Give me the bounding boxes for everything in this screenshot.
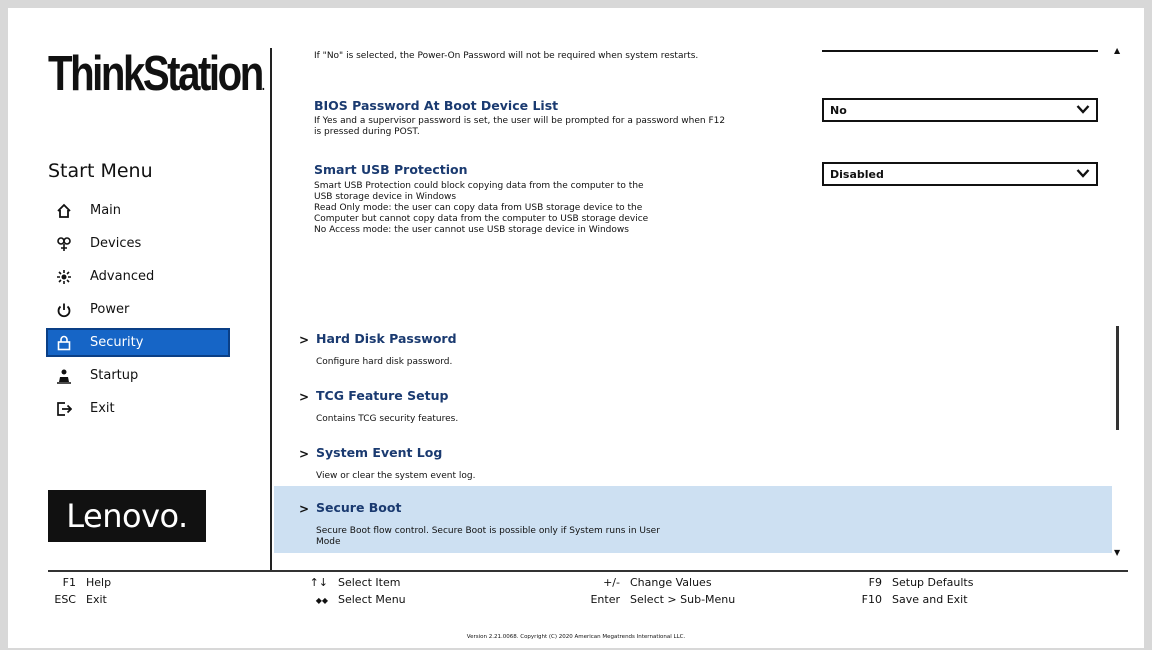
chevron-down-icon	[1076, 166, 1090, 182]
smart-usb-title[interactable]: Smart USB Protection	[314, 162, 468, 177]
hotkey-save-exit: F10 Save and Exit	[860, 593, 973, 606]
footer-col-2: ↑↓ Select Item ◆◆ Select Menu	[306, 576, 406, 606]
hotkey-label: Help	[86, 576, 112, 589]
smart-usb-select[interactable]: Disabled	[822, 162, 1098, 186]
hotkey-label: Setup Defaults	[892, 576, 974, 589]
hotkey-label: Change Values	[630, 576, 712, 589]
footer-col-3: +/- Change Values Enter Select > Sub-Menu	[580, 576, 735, 606]
desc-line: Mode	[316, 537, 341, 547]
submenu-hard-disk-password[interactable]: > Hard Disk Password Configure hard disk…	[274, 324, 1112, 374]
submenu-tcg-feature-setup[interactable]: > TCG Feature Setup Contains TCG securit…	[274, 381, 1112, 431]
select-value: Disabled	[830, 167, 884, 181]
submenu-arrow-icon: >	[299, 502, 310, 516]
select-value: No	[830, 103, 847, 117]
start-menu-title: Start Menu	[48, 160, 153, 182]
submenu-title: System Event Log	[316, 445, 443, 460]
scrollbar-thumb[interactable]	[1116, 326, 1119, 430]
footer-divider	[48, 570, 1128, 572]
sidebar-nav: Main Devices Advanced Power Security Sta…	[46, 196, 230, 427]
hotkey-setup-defaults: F9 Setup Defaults	[860, 576, 974, 589]
sidebar-item-label: Main	[90, 203, 122, 218]
hotkey-exit: ESC Exit	[52, 593, 111, 606]
desc-line: No Access mode: the user cannot use USB …	[314, 225, 629, 235]
sidebar-item-label: Advanced	[90, 269, 155, 284]
desc-line: Smart USB Protection could block copying…	[314, 181, 644, 191]
hotkey-key: +/-	[603, 576, 620, 589]
hotkey-enter: Enter Select > Sub-Menu	[580, 593, 735, 606]
sidebar-divider	[270, 48, 272, 570]
cut-off-select-border	[822, 50, 1098, 52]
hotkey-label: Select Item	[338, 576, 401, 589]
submenu-title: TCG Feature Setup	[316, 388, 449, 403]
submenu-desc: View or clear the system event log.	[316, 471, 476, 481]
submenu-desc: Secure Boot flow control. Secure Boot is…	[316, 526, 786, 548]
sidebar-item-label: Startup	[90, 368, 139, 383]
hotkey-key: F10	[861, 593, 882, 606]
hotkey-key: F9	[868, 576, 882, 589]
chevron-down-icon	[1076, 102, 1090, 118]
hotkey-label: Save and Exit	[892, 593, 968, 606]
submenu-desc: Contains TCG security features.	[316, 414, 459, 424]
hotkey-label: Exit	[86, 593, 107, 606]
submenu-arrow-icon: >	[299, 390, 310, 404]
desc-line: USB storage device in Windows	[314, 192, 457, 202]
exit-icon	[54, 401, 74, 417]
sidebar-item-devices[interactable]: Devices	[46, 229, 230, 258]
hotkey-change-values: +/- Change Values	[580, 576, 735, 589]
hotkey-select-menu: ◆◆ Select Menu	[306, 593, 406, 606]
submenu-desc: Configure hard disk password.	[316, 357, 453, 367]
settings-panel: If "No" is selected, the Power-On Passwo…	[274, 48, 1112, 553]
smart-usb-desc: Smart USB Protection could block copying…	[314, 181, 784, 236]
footer-col-1: F1 Help ESC Exit	[52, 576, 111, 606]
home-icon	[54, 203, 74, 219]
desc-line: Read Only mode: the user can copy data f…	[314, 203, 643, 213]
submenu-secure-boot[interactable]: > Secure Boot Secure Boot flow control. …	[274, 486, 1112, 553]
submenu-arrow-icon: >	[299, 447, 310, 461]
copyright-text: Version 2.21.0068. Copyright (C) 2020 Am…	[466, 634, 686, 640]
submenu-system-event-log[interactable]: > System Event Log View or clear the sys…	[274, 438, 1112, 488]
hotkey-label: Select Menu	[338, 593, 406, 606]
hotkey-key: F1	[62, 576, 76, 589]
sidebar-item-label: Security	[90, 335, 144, 350]
submenu-arrow-icon: >	[299, 333, 310, 347]
sidebar-item-label: Power	[90, 302, 130, 317]
sidebar-item-label: Exit	[90, 401, 115, 416]
sidebar-item-label: Devices	[90, 236, 142, 251]
hotkey-key: Enter	[590, 593, 620, 606]
scroll-up-icon[interactable]: ▲	[1114, 46, 1120, 55]
sidebar-item-power[interactable]: Power	[46, 295, 230, 324]
hotkey-label: Select > Sub-Menu	[630, 593, 736, 606]
boot-device-list-title[interactable]: BIOS Password At Boot Device List	[314, 98, 558, 113]
desc-line: Computer but cannot copy data from the c…	[314, 214, 649, 224]
boot-device-list-select[interactable]: No	[822, 98, 1098, 122]
footer-col-4: F9 Setup Defaults F10 Save and Exit	[860, 576, 974, 606]
lenovo-logo: Lenovo.	[48, 490, 206, 542]
submenu-title: Hard Disk Password	[316, 331, 457, 346]
sidebar-item-exit[interactable]: Exit	[46, 394, 230, 423]
sidebar-item-security[interactable]: Security	[46, 328, 230, 357]
hotkey-key: ↑↓	[309, 576, 328, 589]
thinkstation-logo: ThinkStation.	[48, 47, 265, 101]
bios-window-frame: ThinkStation. Start Menu Main Devices Ad…	[0, 0, 1152, 650]
submenu-title: Secure Boot	[316, 500, 402, 515]
desc-line: Secure Boot flow control. Secure Boot is…	[316, 526, 660, 536]
scroll-down-icon[interactable]: ▼	[1114, 548, 1120, 557]
bios-screen: ThinkStation. Start Menu Main Devices Ad…	[8, 8, 1144, 648]
devices-icon	[54, 236, 74, 252]
power-on-password-desc: If "No" is selected, the Power-On Passwo…	[314, 51, 699, 61]
hotkey-key: ESC	[54, 593, 76, 606]
advanced-icon	[54, 269, 74, 285]
sidebar-item-advanced[interactable]: Advanced	[46, 262, 230, 291]
sidebar-item-startup[interactable]: Startup	[46, 361, 230, 390]
hotkey-help: F1 Help	[52, 576, 111, 589]
sidebar-item-main[interactable]: Main	[46, 196, 230, 225]
power-icon	[54, 302, 74, 318]
startup-icon	[54, 368, 74, 384]
hotkey-select-item: ↑↓ Select Item	[306, 576, 406, 589]
hotkey-key: ◆◆	[315, 596, 328, 605]
boot-device-list-desc: If Yes and a supervisor password is set,…	[314, 116, 726, 137]
lock-icon	[54, 335, 74, 351]
